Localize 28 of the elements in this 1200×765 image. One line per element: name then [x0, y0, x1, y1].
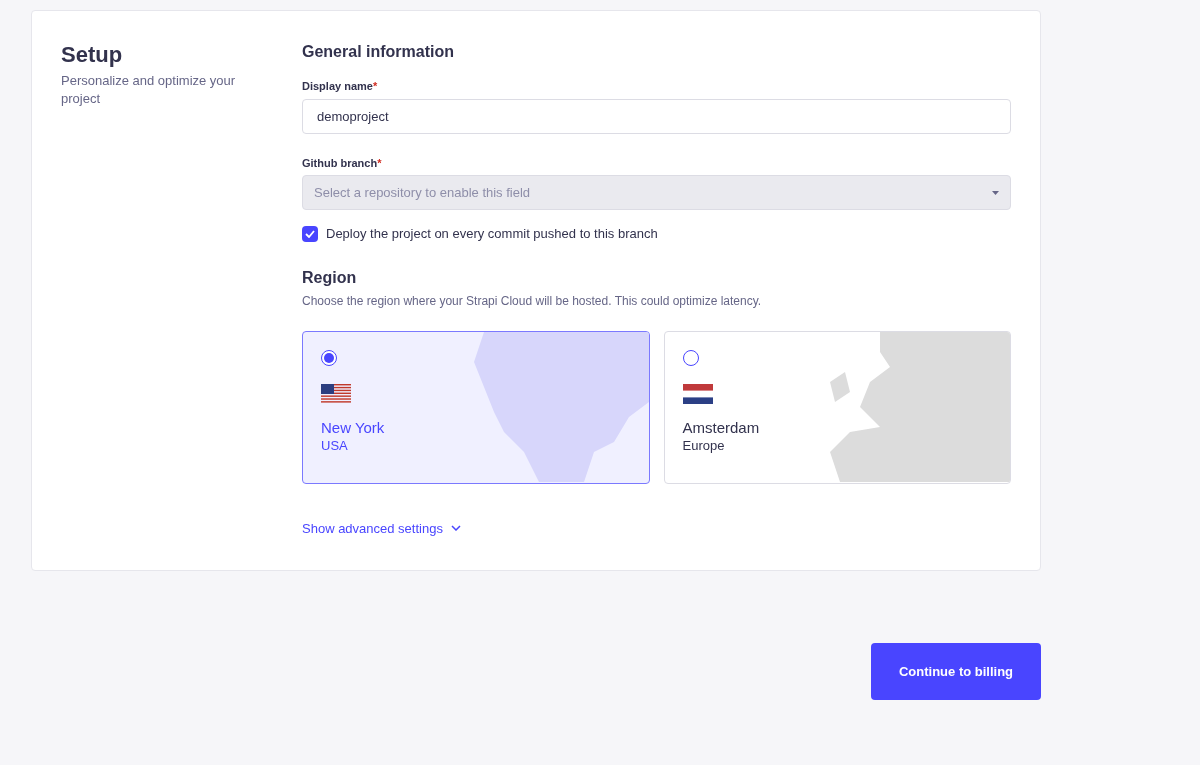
required-asterisk: *: [372, 79, 378, 94]
flag-icon: [321, 383, 351, 404]
caret-icon: [992, 190, 999, 195]
radio-button[interactable]: [682, 349, 699, 366]
continue-button[interactable]: Continue to billing: [871, 643, 1041, 700]
region-card[interactable]: New York USA: [302, 330, 650, 484]
advanced-settings-link[interactable]: Show advanced settings: [302, 518, 461, 538]
checkbox-label: Deploy the project on every commit pushed to this branch: [326, 225, 658, 243]
region-city: New York: [321, 417, 386, 438]
field-label: Github branch: [302, 155, 378, 171]
setup-description: Personalize and optimize your project: [61, 72, 237, 108]
section-heading: General information: [302, 42, 456, 62]
radio-button[interactable]: [321, 349, 337, 366]
required-asterisk: *: [377, 155, 382, 171]
region-city: Amsterdam: [682, 417, 761, 438]
checkbox[interactable]: [302, 225, 318, 242]
region-description: Choose the region where your Strapi Cloud will be hosted. This could optimize latency.: [302, 292, 763, 310]
region-area: USA: [321, 437, 631, 454]
setup-title: Setup: [61, 41, 124, 69]
chevron-down-icon: [450, 525, 461, 532]
display-name-input[interactable]: demoproject: [302, 98, 1011, 134]
select-placeholder: Select a repository to enable this field: [314, 183, 531, 202]
region-area: Europe: [682, 437, 992, 454]
region-card[interactable]: Amsterdam Europe: [663, 330, 1011, 484]
flag-icon: [682, 383, 713, 404]
checkmark-icon: [305, 229, 315, 238]
section-heading: Region: [302, 267, 358, 288]
field-label: Display name: [302, 79, 373, 94]
